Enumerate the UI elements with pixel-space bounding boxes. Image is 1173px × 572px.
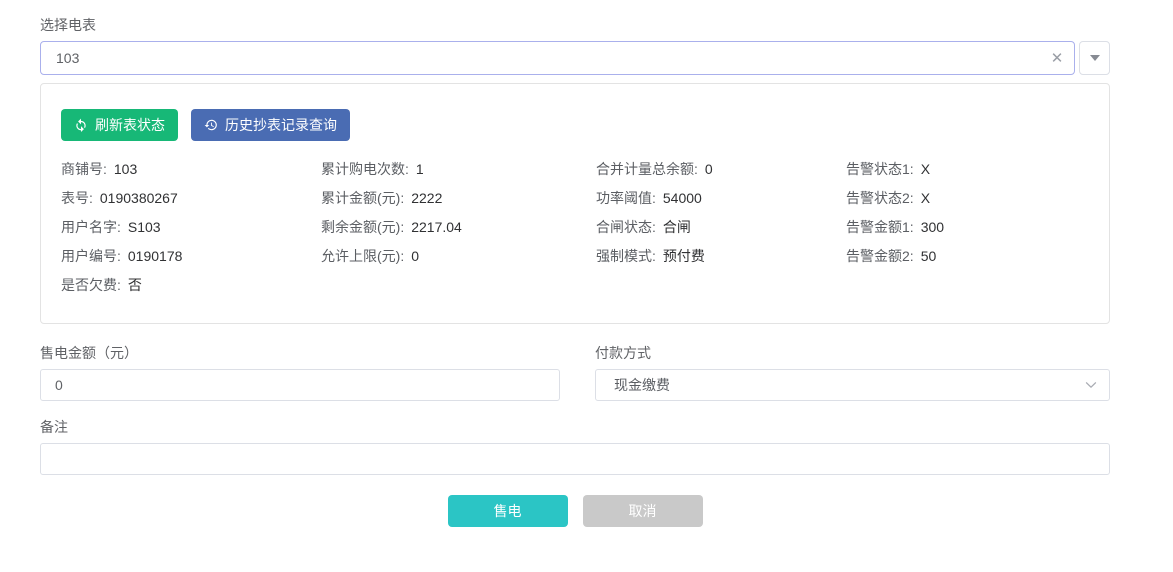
info-user-id: 用户编号:0190178: [61, 245, 321, 274]
info-alarm-amount-2: 告警金额2:50: [846, 245, 1089, 274]
history-icon: [204, 118, 218, 132]
info-column-4: 告警状态1:X 告警状态2:X 告警金额1:300 告警金额2:50: [846, 158, 1089, 303]
info-column-1: 商铺号:103 表号:0190380267 用户名字:S103 用户编号:019…: [61, 158, 321, 303]
info-power-threshold: 功率阈值:54000: [596, 187, 846, 216]
history-button-label: 历史抄表记录查询: [225, 115, 337, 135]
remark-input[interactable]: [40, 443, 1110, 475]
caret-down-icon: [1090, 55, 1100, 61]
panel-button-row: 刷新表状态 历史抄表记录查询: [61, 109, 1089, 141]
sell-button[interactable]: 售电: [448, 495, 568, 527]
info-shop-number: 商铺号:103: [61, 158, 321, 187]
sell-electricity-form: 选择电表 ✕ 刷新表状态 历史抄表记录查询: [40, 0, 1110, 527]
amount-payment-row: 售电金额（元） 付款方式 现金缴费: [40, 346, 1110, 401]
info-alarm-amount-1: 告警金额1:300: [846, 216, 1089, 245]
info-force-mode: 强制模式:预付费: [596, 245, 846, 274]
remark-label: 备注: [40, 420, 1110, 434]
sell-amount-field: 售电金额（元）: [40, 346, 560, 401]
sell-amount-input[interactable]: [40, 369, 560, 401]
info-remaining-amount: 剩余金额(元):2217.04: [321, 216, 596, 245]
info-purchase-count: 累计购电次数:1: [321, 158, 596, 187]
info-merged-balance: 合并计量总余额:0: [596, 158, 846, 187]
meter-info-panel: 刷新表状态 历史抄表记录查询 商铺号:103 表号:0190380267 用户名…: [40, 83, 1110, 324]
select-meter-combobox[interactable]: ✕: [40, 41, 1075, 75]
refresh-meter-status-button[interactable]: 刷新表状态: [61, 109, 178, 141]
info-in-arrears: 是否欠费:否: [61, 274, 321, 303]
refresh-button-label: 刷新表状态: [95, 115, 165, 135]
clear-icon[interactable]: ✕: [1040, 49, 1074, 67]
history-readings-query-button[interactable]: 历史抄表记录查询: [191, 109, 350, 141]
info-meter-number: 表号:0190380267: [61, 187, 321, 216]
payment-method-select[interactable]: 现金缴费: [595, 369, 1110, 401]
payment-method-value: 现金缴费: [614, 375, 1083, 395]
select-meter-input[interactable]: [41, 50, 1040, 66]
cancel-button[interactable]: 取消: [583, 495, 703, 527]
info-column-3: 合并计量总余额:0 功率阈值:54000 合闸状态:合闸 强制模式:预付费: [596, 158, 846, 303]
info-allowed-limit: 允许上限(元):0: [321, 245, 596, 274]
sell-amount-label: 售电金额（元）: [40, 346, 560, 360]
dropdown-toggle-button[interactable]: [1079, 41, 1110, 75]
info-switch-status: 合闸状态:合闸: [596, 216, 846, 245]
select-meter-row: ✕: [40, 41, 1110, 75]
payment-method-label: 付款方式: [595, 346, 1110, 360]
select-meter-label: 选择电表: [40, 18, 1110, 32]
action-buttons: 售电 取消: [40, 495, 1110, 527]
chevron-down-icon: [1083, 377, 1099, 393]
info-alarm-status-2: 告警状态2:X: [846, 187, 1089, 216]
info-alarm-status-1: 告警状态1:X: [846, 158, 1089, 187]
payment-method-field: 付款方式 现金缴费: [595, 346, 1110, 401]
info-total-amount: 累计金额(元):2222: [321, 187, 596, 216]
meter-info-grid: 商铺号:103 表号:0190380267 用户名字:S103 用户编号:019…: [61, 158, 1089, 303]
refresh-icon: [74, 118, 88, 132]
info-user-name: 用户名字:S103: [61, 216, 321, 245]
remark-field: 备注: [40, 420, 1110, 475]
info-column-2: 累计购电次数:1 累计金额(元):2222 剩余金额(元):2217.04 允许…: [321, 158, 596, 303]
